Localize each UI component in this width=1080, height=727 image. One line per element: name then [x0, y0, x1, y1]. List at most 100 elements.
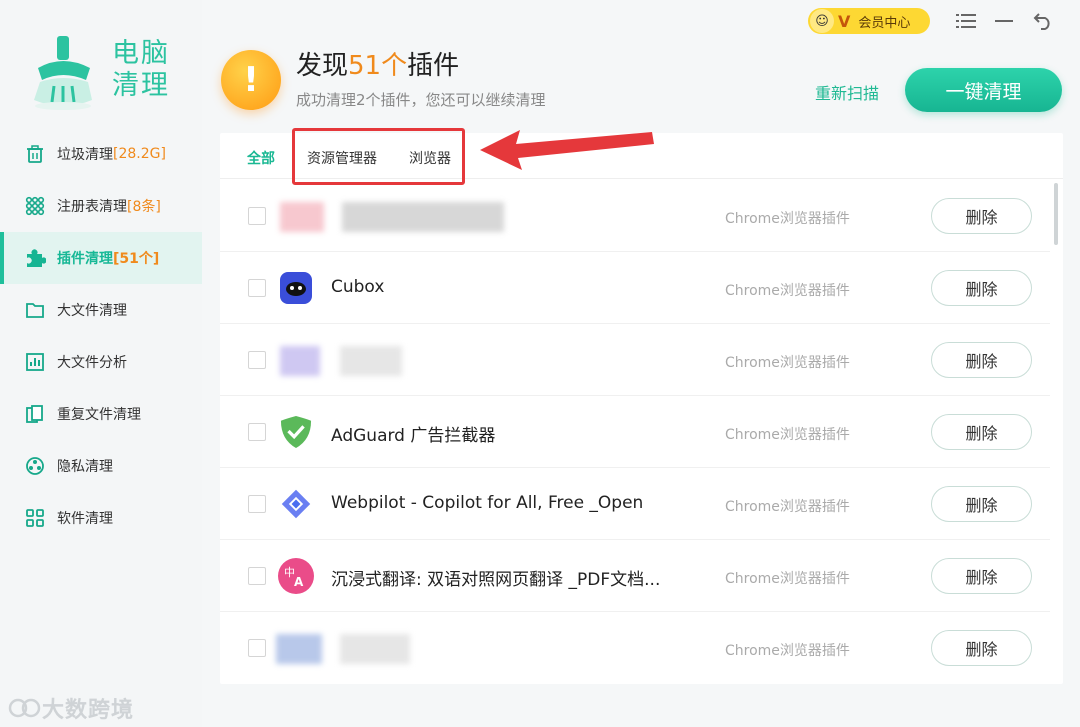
app-name: 电脑 清理: [112, 38, 182, 102]
plugin-name: Cubox: [331, 277, 385, 297]
tab-highlight-box: [292, 128, 465, 185]
table-row: Webpilot - Copilot for All, Free _Open C…: [220, 468, 1050, 540]
sidebar-item-label: 垃圾清理: [57, 147, 113, 163]
sidebar-item-label: 隐私清理: [57, 459, 113, 475]
sidebar-item-badge: [8条]: [127, 199, 161, 215]
trash-icon: [24, 143, 46, 165]
minimize-icon[interactable]: [992, 9, 1016, 33]
app-name-line1: 电脑: [112, 38, 170, 69]
table-row: Chrome浏览器插件 删除: [220, 612, 1050, 684]
page-subtitle: 成功清理2个插件，您还可以继续清理: [296, 91, 546, 109]
back-icon[interactable]: [1031, 9, 1055, 33]
sidebar-item-label: 软件清理: [57, 511, 113, 527]
redacted-name: [340, 634, 410, 664]
immersive-translate-icon: 中A: [278, 558, 314, 594]
list-scrollbar[interactable]: [1054, 183, 1058, 245]
table-row: 中A 沉浸式翻译: 双语对照网页翻译 _PDF文档... Chrome浏览器插件…: [220, 540, 1050, 612]
chart-icon: [24, 351, 46, 373]
sidebar-item-software-clean[interactable]: 软件清理: [0, 492, 202, 544]
plugin-type: Chrome浏览器插件: [725, 427, 850, 443]
plugin-type: Chrome浏览器插件: [725, 499, 850, 515]
copy-icon: [24, 403, 46, 425]
sidebar: 电脑 清理 垃圾清理[28.2G] 注册表清理[8条] 插件清理[51个]: [0, 0, 202, 727]
redacted-name: [342, 202, 504, 232]
menu-icon[interactable]: [954, 9, 978, 33]
sidebar-item-privacy-clean[interactable]: 隐私清理: [0, 440, 202, 492]
plugin-type: Chrome浏览器插件: [725, 571, 850, 587]
delete-button[interactable]: 删除: [931, 270, 1032, 306]
plugin-name: Webpilot - Copilot for All, Free _Open: [331, 493, 644, 513]
delete-button[interactable]: 删除: [931, 486, 1032, 522]
folder-icon: [24, 299, 46, 321]
row-checkbox[interactable]: [248, 279, 266, 297]
table-row: Chrome浏览器插件 删除: [220, 180, 1050, 252]
svg-text:A: A: [294, 575, 304, 587]
vip-badge: V: [838, 11, 851, 31]
table-row: Chrome浏览器插件 删除: [220, 324, 1050, 396]
grid-icon: [24, 195, 46, 217]
title-prefix: 发现: [296, 51, 349, 81]
sidebar-item-large-file-analysis[interactable]: 大文件分析: [0, 336, 202, 388]
rescan-link[interactable]: 重新扫描: [815, 80, 879, 104]
sidebar-nav: 垃圾清理 [28.2G] 注册表清理 [8条] 插件清理 [51个] 大文件清理 大文…: [0, 128, 202, 544]
sidebar-item-registry-clean[interactable]: 注册表清理 [8条]: [0, 180, 202, 232]
sidebar-item-plugin-clean[interactable]: 插件清理 [51个]: [0, 232, 202, 284]
row-checkbox[interactable]: [248, 351, 266, 369]
plugin-type: Chrome浏览器插件: [725, 643, 850, 659]
sidebar-item-label: 注册表清理: [57, 199, 127, 215]
adguard-shield-icon: [280, 416, 312, 448]
sidebar-item-label: 插件清理: [57, 251, 113, 267]
row-checkbox[interactable]: [248, 567, 266, 585]
delete-button[interactable]: 删除: [931, 342, 1032, 378]
sidebar-item-label: 重复文件清理: [57, 407, 141, 423]
vip-label: 会员中心: [858, 15, 911, 31]
title-count: 51个: [348, 51, 408, 81]
app-name-line2: 清理: [112, 70, 170, 101]
one-click-clean-button[interactable]: 一键清理: [905, 68, 1062, 112]
plugin-name: 沉浸式翻译: 双语对照网页翻译 _PDF文档...: [331, 570, 661, 590]
puzzle-icon: [24, 247, 46, 269]
apps-icon: [24, 507, 46, 529]
cubox-icon: [280, 272, 312, 304]
redacted-icon: [280, 202, 324, 232]
table-row: AdGuard 广告拦截器 Chrome浏览器插件 删除: [220, 396, 1050, 468]
delete-button[interactable]: 删除: [931, 414, 1032, 450]
plugin-name: AdGuard 广告拦截器: [331, 426, 496, 446]
sidebar-item-label: 大文件分析: [57, 355, 127, 371]
plugin-type: Chrome浏览器插件: [725, 355, 850, 371]
warning-icon: !: [221, 50, 281, 110]
delete-button[interactable]: 删除: [931, 558, 1032, 594]
table-row: Cubox Chrome浏览器插件 删除: [220, 252, 1050, 324]
sidebar-item-badge: [28.2G]: [113, 146, 166, 162]
row-checkbox[interactable]: [248, 495, 266, 513]
plugin-list-panel: 全部 资源管理器 浏览器 Chrome浏览器插件 删除 Cubox Chrome…: [220, 133, 1063, 684]
sidebar-item-large-file-clean[interactable]: 大文件清理: [0, 284, 202, 336]
watermark-text: 大数跨境: [42, 698, 135, 723]
row-checkbox[interactable]: [248, 423, 266, 441]
sidebar-item-junk-clean[interactable]: 垃圾清理 [28.2G]: [0, 128, 202, 180]
vip-center-button[interactable]: ☺ V 会员中心: [808, 8, 930, 34]
page-title: 发现51个插件: [296, 48, 459, 84]
app-logo: 电脑 清理: [30, 34, 190, 114]
tab-all[interactable]: 全部: [247, 148, 275, 168]
delete-button[interactable]: 删除: [931, 198, 1032, 234]
row-checkbox[interactable]: [248, 207, 266, 225]
sidebar-item-duplicate-file-clean[interactable]: 重复文件清理: [0, 388, 202, 440]
redacted-icon: [276, 634, 322, 664]
webpilot-icon: [280, 488, 312, 520]
sidebar-item-label: 大文件清理: [57, 303, 127, 319]
plugin-type: Chrome浏览器插件: [725, 283, 850, 299]
privacy-icon: [24, 455, 46, 477]
vip-avatar-icon: ☺: [810, 9, 834, 33]
title-suffix: 插件: [407, 51, 460, 81]
redacted-name: [340, 346, 402, 376]
pointer-arrow-icon: [480, 130, 654, 170]
redacted-icon: [280, 346, 320, 376]
plugin-list: Chrome浏览器插件 删除 Cubox Chrome浏览器插件 删除 Chro…: [220, 180, 1050, 684]
row-checkbox[interactable]: [248, 639, 266, 657]
plugin-type: Chrome浏览器插件: [725, 211, 850, 227]
delete-button[interactable]: 删除: [931, 630, 1032, 666]
watermark: 大数跨境: [8, 692, 134, 724]
watermark-logo-icon: [8, 698, 41, 718]
sidebar-item-badge: [51个]: [113, 251, 160, 267]
